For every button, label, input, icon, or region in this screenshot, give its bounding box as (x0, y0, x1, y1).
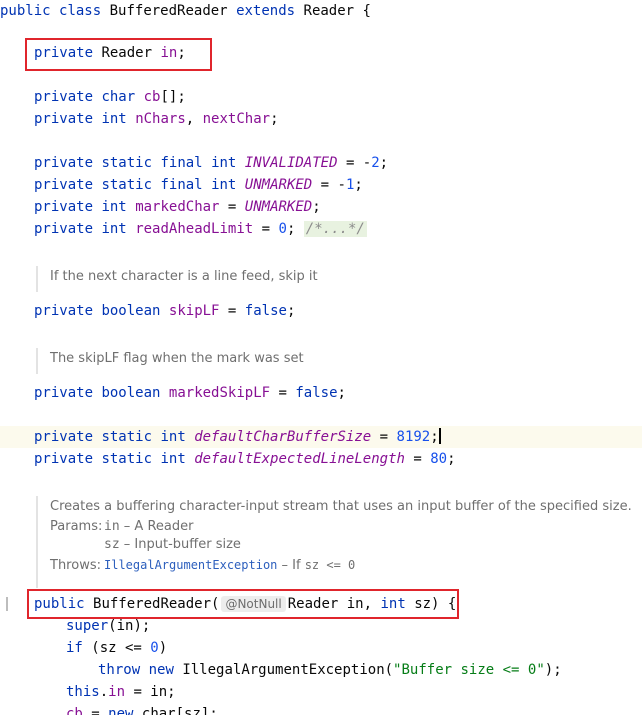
code-line-super: super(in); (66, 618, 151, 634)
exception-link[interactable]: IllegalArgumentException (104, 558, 277, 572)
code-line-field-in: private Reader in; (34, 45, 186, 61)
code-line-defaultexpectedlinelength: private static int defaultExpectedLineLe… (34, 451, 456, 467)
code-line-markedchar: private int markedChar = UNMARKED; (34, 199, 321, 215)
code-line-readaheadlimit: private int readAheadLimit = 0; /*...*/ (34, 221, 367, 237)
doc-text: If the next character is a line feed, sk… (50, 269, 318, 284)
doc-comment-markedskiplf: The skipLF flag when the mark was set (36, 348, 304, 374)
code-line-field-nchars: private int nChars, nextChar; (34, 111, 279, 127)
code-line-throw: throw new IllegalArgumentException("Buff… (98, 662, 562, 678)
code-line-class-decl: public class BufferedReader extends Read… (0, 3, 371, 19)
folded-comment[interactable]: /*...*/ (303, 221, 367, 237)
code-line-markedskiplf: private boolean markedSkipLF = false; (34, 385, 346, 401)
doc-params-row-1: Params: in – A Reader (50, 519, 194, 534)
doc-throws-row: Throws: IllegalArgumentException – If sz … (50, 558, 356, 573)
doc-comment-skiplf: If the next character is a line feed, sk… (36, 266, 318, 292)
code-line-defaultcharbuffersize: private static int defaultCharBufferSize… (0, 426, 642, 448)
code-line-constructor: public BufferedReader(@NotNull Reader in,… (34, 596, 457, 612)
doc-params-row-2: sz – Input-buffer size (104, 537, 241, 552)
text-caret (438, 428, 441, 444)
code-line-this-in: this.in = in; (66, 684, 176, 700)
code-line-unmarked: private static final int UNMARKED = -1; (34, 177, 363, 193)
notnull-inlay-hint: @NotNull (221, 596, 286, 612)
doc-summary: Creates a buffering character-input stre… (50, 499, 632, 514)
code-line-invalidated: private static final int INVALIDATED = -… (34, 155, 389, 171)
doc-comment-constructor: Creates a buffering character-input stre… (36, 496, 632, 588)
code-line-skiplf: private boolean skipLF = false; (34, 303, 296, 319)
code-line-if: if (sz <= 0) (66, 640, 168, 656)
code-line-cb-alloc: cb = new char[sz]; (66, 706, 218, 715)
code-line-field-cb: private char cb[]; (34, 89, 186, 105)
doc-text: The skipLF flag when the mark was set (50, 351, 304, 366)
